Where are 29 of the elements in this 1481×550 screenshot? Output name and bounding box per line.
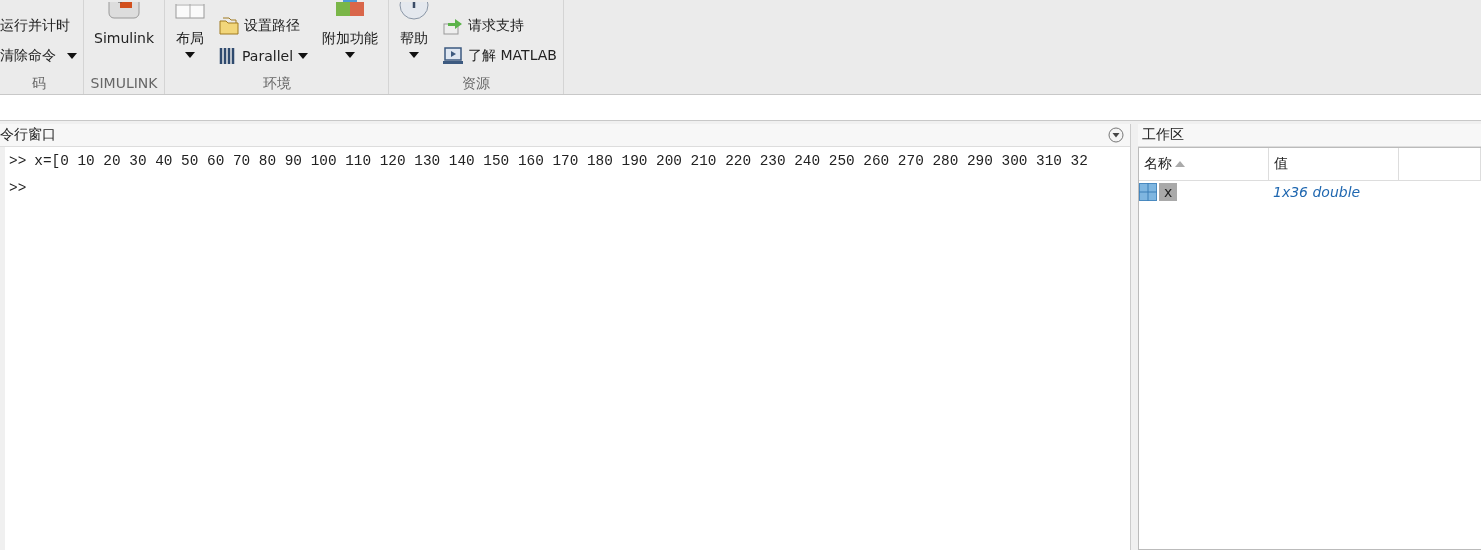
toolstrip-button[interactable]: 帮助 [393, 0, 436, 74]
prompt: >> [9, 179, 27, 196]
monitor-icon [443, 47, 464, 65]
matrix-icon [1139, 183, 1157, 201]
toolstrip-button[interactable]: Parallel [217, 41, 311, 71]
menu-icon[interactable] [1108, 127, 1124, 143]
toolstrip-button[interactable]: 附加功能 [316, 0, 385, 74]
variable-value: 1x36 double [1272, 184, 1362, 200]
group-label: SIMULINK [89, 74, 159, 93]
folder-icon [219, 17, 240, 35]
toolstrip-button[interactable]: 运行并计时 [0, 11, 79, 41]
toolstrip-button[interactable]: 清除命令 [0, 41, 79, 71]
column-header[interactable]: 名称 [1139, 148, 1269, 180]
group-label: 码 [30, 74, 47, 93]
arrow-icon [443, 17, 464, 35]
variable-name[interactable]: x [1159, 183, 1178, 201]
prompt: >> [9, 152, 27, 169]
toolstrip-button[interactable]: 设置路径 [217, 11, 311, 41]
toolstrip-button[interactable]: 请求支持 [441, 11, 559, 41]
group-label: 环境 [261, 74, 292, 93]
toolstrip-button[interactable]: Simulink [88, 0, 161, 74]
command-text: x=[0 10 20 30 40 50 60 70 80 90 100 110 120 130 140 150 160 170 180 190 200 210 220 230 240 250 260 270 280 290 300 310 32 [34, 152, 1088, 169]
group-label: 资源 [461, 74, 491, 93]
column-header[interactable]: 值 [1269, 148, 1399, 180]
toolstrip-button[interactable]: 布局 [169, 0, 212, 74]
grid-icon [175, 4, 206, 20]
panel-title: 工作区 [1142, 126, 1184, 144]
toolstrip-button[interactable]: 了解 MATLAB [441, 41, 559, 71]
panel-title: 令行窗口 [0, 126, 56, 144]
